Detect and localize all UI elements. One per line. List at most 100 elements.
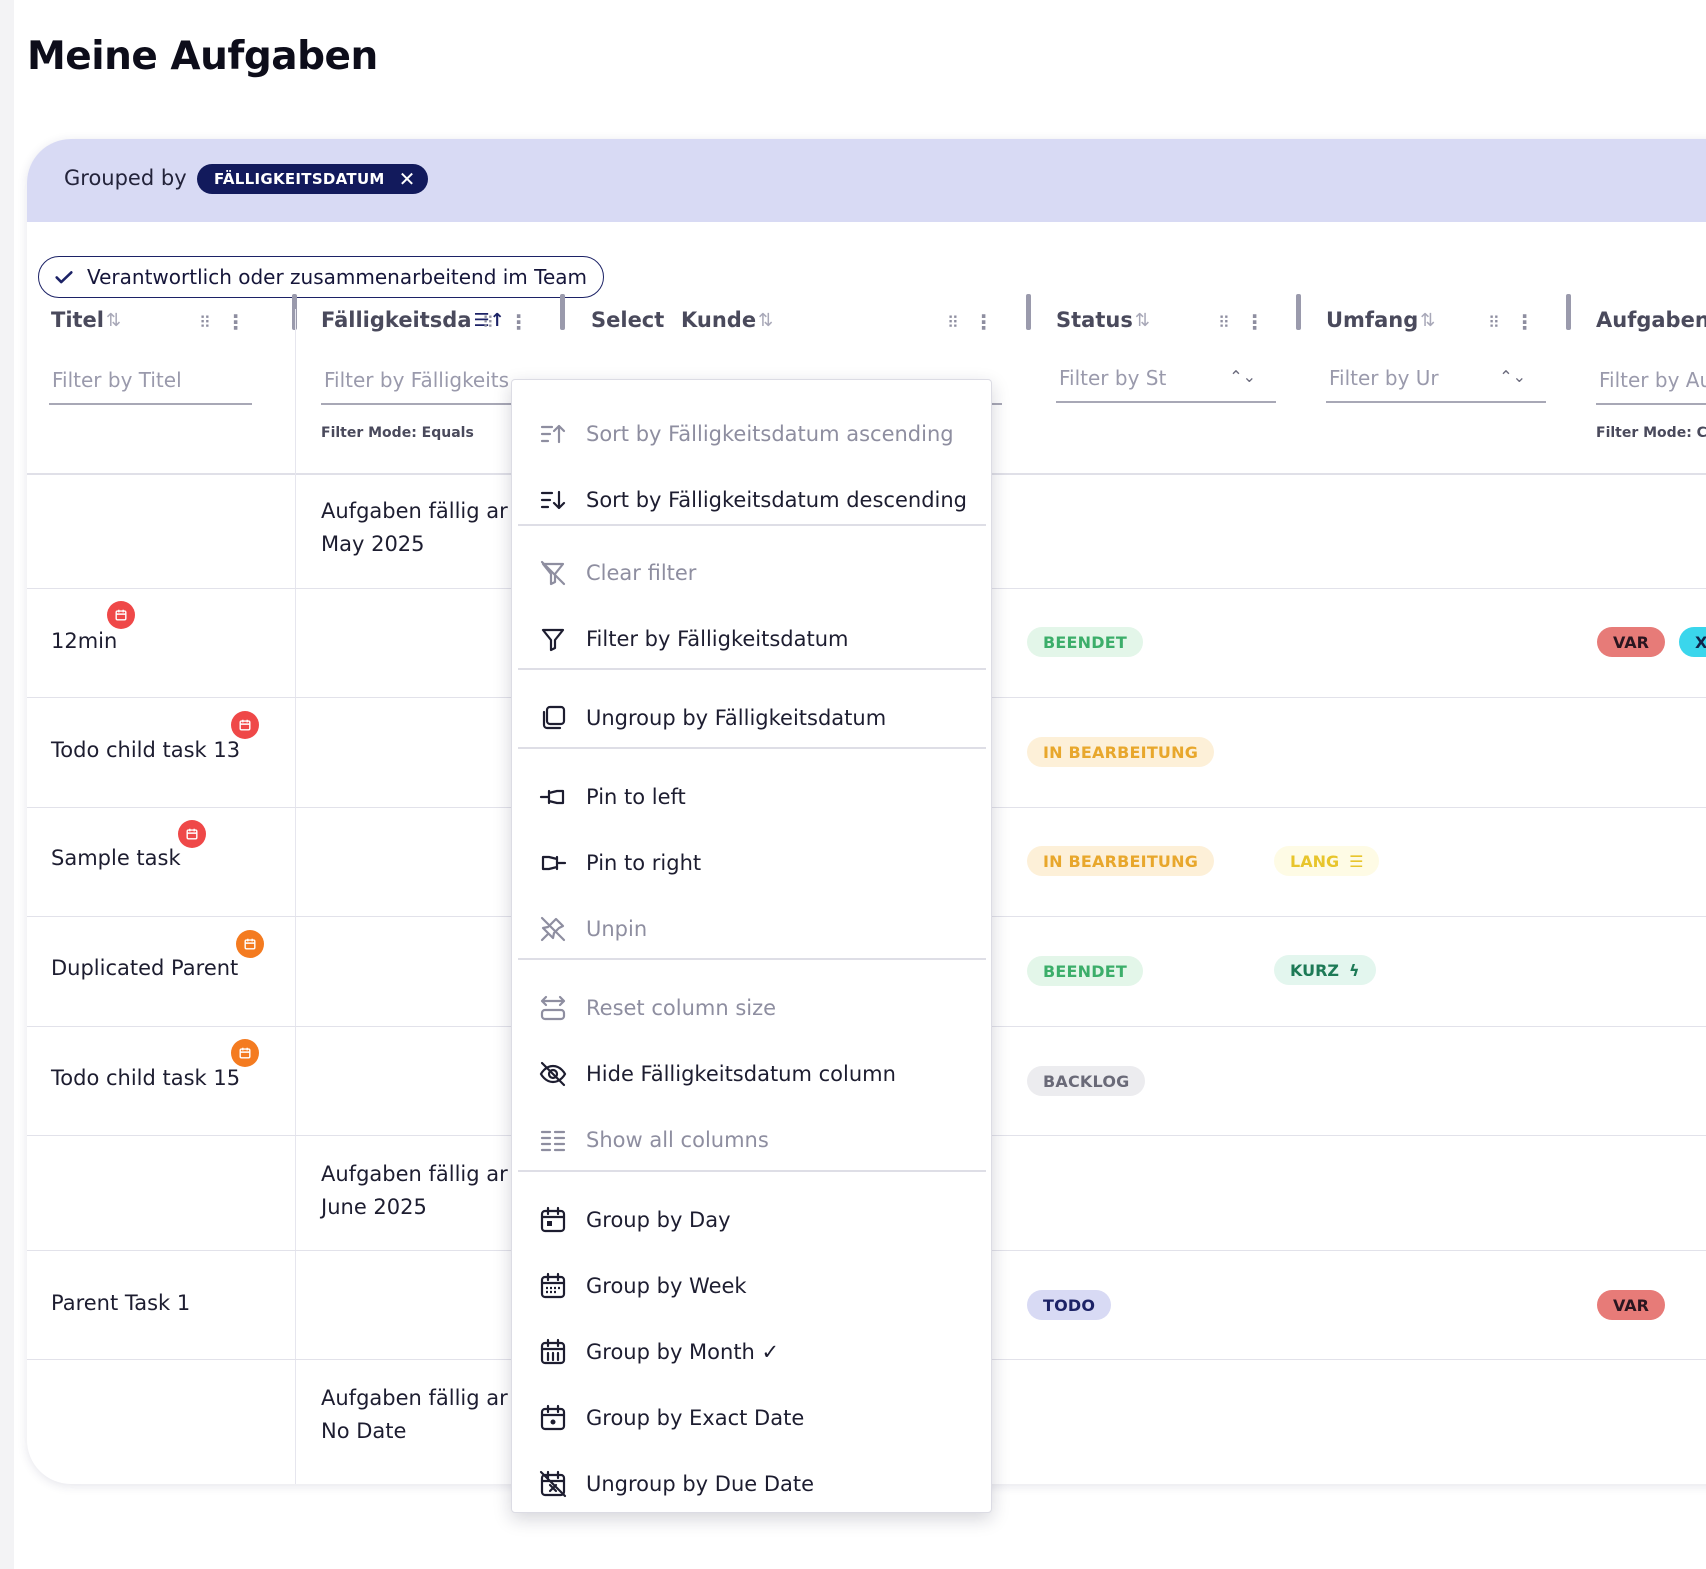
menu-item-group-by-week[interactable]: Group by Week: [512, 1258, 991, 1314]
check-icon: [55, 271, 73, 284]
group-header-value: No Date: [321, 1419, 407, 1443]
filter-input-faelligkeitsdatum[interactable]: Filter by Fälligkeits: [321, 357, 521, 405]
select-arrows-icon: ⌃⌄: [1499, 367, 1526, 386]
menu-item-pin-right[interactable]: Pin to right: [512, 835, 991, 891]
sort-descending-icon: [540, 490, 566, 510]
group-chip-label: FÄLLIGKEITSDATUM: [214, 170, 385, 188]
column-menu-icon[interactable]: ⋮: [509, 310, 529, 334]
menu-item-pin-left[interactable]: Pin to left: [512, 769, 991, 825]
calendar-icon: [236, 930, 264, 958]
group-header-label: Aufgaben fällig ar June 2025: [321, 1158, 508, 1224]
list-icon: ☰: [1349, 851, 1364, 871]
column-header-umfang[interactable]: Umfang ⇅: [1326, 308, 1435, 332]
menu-item-unpin[interactable]: Unpin: [512, 901, 991, 957]
filter-input-aufgabentyp[interactable]: Filter by Au: [1596, 357, 1706, 405]
close-icon[interactable]: ✕: [399, 169, 416, 189]
task-title[interactable]: Parent Task 1: [51, 1291, 190, 1315]
menu-item-group-by-exact-date[interactable]: Group by Exact Date: [512, 1390, 991, 1446]
calendar-off-icon: [539, 1470, 567, 1498]
column-resize-handle[interactable]: [1026, 294, 1031, 330]
lightning-icon: ϟ: [1349, 960, 1360, 980]
column-header-titel[interactable]: Titel ⇅: [51, 308, 121, 332]
column-tools-kunde: ⠿ ⋮: [947, 310, 994, 334]
menu-item-label: Clear filter: [586, 561, 697, 585]
column-title-text: Select: [591, 308, 665, 332]
menu-item-label: Group by Exact Date: [586, 1406, 805, 1430]
drag-handle-icon[interactable]: ⠿: [482, 313, 494, 332]
column-menu-icon[interactable]: ⋮: [226, 310, 246, 334]
ungroup-icon: [542, 705, 566, 730]
column-header-status[interactable]: Status ⇅: [1056, 308, 1150, 332]
sort-icon[interactable]: ⇅: [106, 310, 121, 331]
task-title[interactable]: Todo child task 13: [51, 738, 240, 762]
menu-item-label: Group by Day: [586, 1208, 731, 1232]
menu-item-reset-size[interactable]: Reset column size: [512, 980, 991, 1036]
grouping-bar: Grouped by FÄLLIGKEITSDATUM ✕: [27, 139, 1706, 222]
column-title-text: Titel: [51, 308, 105, 332]
team-filter-label: Verantwortlich oder zusammenarbeitend im…: [87, 265, 588, 289]
group-header-label: Aufgaben fällig ar No Date: [321, 1382, 508, 1448]
menu-item-group-by-month[interactable]: Group by Month ✓: [512, 1324, 991, 1380]
menu-item-hide-column[interactable]: Hide Fälligkeitsdatum column: [512, 1046, 991, 1102]
column-header-faelligkeitsdatum[interactable]: Fälligkeitsda ☰↑: [321, 308, 505, 332]
column-title-text: Umfang: [1326, 308, 1419, 332]
filter-input-titel[interactable]: Filter by Titel: [49, 357, 252, 405]
drag-handle-icon[interactable]: ⠿: [199, 313, 211, 332]
menu-item-show-all-columns[interactable]: Show all columns: [512, 1112, 991, 1168]
type-tag: X: [1679, 627, 1706, 657]
group-header-value: June 2025: [321, 1195, 427, 1219]
select-arrows-icon: ⌃⌄: [1229, 367, 1256, 386]
column-header-kunde[interactable]: Kunde ⇅: [681, 308, 773, 332]
calendar-icon: [231, 711, 259, 739]
team-filter-toggle[interactable]: Verantwortlich oder zusammenarbeitend im…: [38, 256, 605, 298]
menu-item-sort-descending[interactable]: Sort by Fälligkeitsdatum descending: [512, 472, 991, 528]
calendar-icon: [178, 820, 206, 848]
column-tools-umfang: ⠿ ⋮: [1488, 310, 1535, 334]
menu-item-label: Reset column size: [586, 996, 777, 1020]
group-chip-faelligkeitsdatum[interactable]: FÄLLIGKEITSDATUM ✕: [197, 164, 428, 194]
menu-item-sort-ascending[interactable]: Sort by Fälligkeitsdatum ascending: [512, 406, 991, 462]
column-tools-titel: ⠿ ⋮: [199, 310, 246, 334]
filter-select-umfang[interactable]: Filter by Ur ⌃⌄: [1326, 355, 1546, 403]
pin-left-icon: [539, 789, 565, 805]
filter-placeholder: Filter by St: [1059, 366, 1167, 390]
calendar-icon: [107, 601, 135, 629]
menu-item-group-by-day[interactable]: Group by Day: [512, 1192, 991, 1248]
column-title-text: Fälligkeitsda: [321, 308, 472, 332]
column-menu-icon[interactable]: ⋮: [1515, 310, 1535, 334]
menu-item-label: Pin to left: [586, 785, 686, 809]
drag-handle-icon[interactable]: ⠿: [1218, 313, 1230, 332]
column-header-select[interactable]: Select: [591, 308, 664, 332]
sort-icon[interactable]: ⇅: [1135, 310, 1150, 331]
umfang-label: KURZ: [1290, 960, 1340, 980]
filter-mode-aufgabentyp: Filter Mode: Co: [1596, 425, 1706, 441]
task-title[interactable]: 12min: [51, 629, 117, 653]
umfang-badge: KURZ ϟ: [1274, 955, 1376, 985]
column-resize-handle[interactable]: [1566, 294, 1571, 330]
menu-item-ungroup[interactable]: Ungroup by Fälligkeitsdatum: [512, 690, 991, 746]
menu-separator: [518, 958, 986, 960]
filter-select-status[interactable]: Filter by St ⌃⌄: [1056, 355, 1276, 403]
drag-handle-icon[interactable]: ⠿: [1488, 313, 1500, 332]
menu-item-label: Ungroup by Due Date: [586, 1472, 815, 1496]
task-title[interactable]: Duplicated Parent: [51, 956, 238, 980]
menu-item-ungroup-due-date[interactable]: Ungroup by Due Date: [512, 1456, 991, 1512]
sort-icon[interactable]: ⇅: [1420, 310, 1435, 331]
menu-item-label: Hide Fälligkeitsdatum column: [586, 1062, 896, 1086]
filter-placeholder: Filter by Ur: [1329, 366, 1439, 390]
column-menu-icon[interactable]: ⋮: [974, 310, 994, 334]
menu-item-filter[interactable]: Filter by Fälligkeitsdatum: [512, 611, 991, 667]
task-title[interactable]: Todo child task 15: [51, 1066, 240, 1090]
status-badge: BEENDET: [1027, 956, 1143, 986]
unpin-icon: [540, 916, 566, 942]
menu-item-label: Show all columns: [586, 1128, 769, 1152]
menu-item-clear-filter[interactable]: Clear filter: [512, 545, 991, 601]
column-menu-icon[interactable]: ⋮: [1245, 310, 1265, 334]
column-resize-handle[interactable]: [560, 294, 565, 330]
task-title[interactable]: Sample task: [51, 846, 181, 870]
filter-icon: [541, 628, 565, 652]
sort-icon[interactable]: ⇅: [758, 310, 773, 331]
drag-handle-icon[interactable]: ⠿: [947, 313, 959, 332]
column-header-aufgabentyp[interactable]: Aufgabent: [1596, 308, 1706, 332]
column-resize-handle[interactable]: [1296, 294, 1301, 330]
